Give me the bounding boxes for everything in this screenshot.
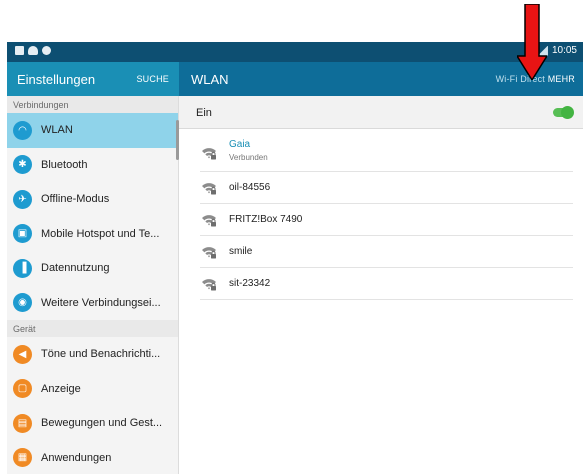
sidebar-item-label: Bluetooth	[41, 158, 88, 171]
sidebar-item-label: Offline-Modus	[41, 193, 110, 206]
status-time: 10:05	[551, 45, 577, 56]
motion-icon: ▤	[13, 413, 32, 433]
network-name: Gaia	[229, 139, 251, 150]
network-name: sit-23342	[229, 278, 271, 289]
wlan-toggle[interactable]	[553, 106, 574, 119]
network-item[interactable]: oil-84556	[200, 172, 573, 204]
search-button[interactable]: SUCHE	[136, 74, 169, 84]
sidebar-item-airplane[interactable]: ✈ Offline-Modus	[7, 182, 178, 217]
sidebar-item-label: Bewegungen und Gest...	[41, 417, 163, 430]
page-title: WLAN	[191, 72, 229, 87]
wifi-secured-icon	[201, 213, 217, 227]
apps-icon: ▦	[13, 448, 32, 468]
data-usage-icon: ▐	[13, 258, 32, 278]
settings-window: 10:05 Einstellungen SUCHE WLAN Wi-Fi Dir…	[7, 42, 583, 474]
hotspot-icon: ▣	[13, 224, 32, 244]
network-name: oil-84556	[229, 182, 271, 193]
more-connections-icon: ◉	[13, 293, 32, 313]
network-item[interactable]: smile	[200, 236, 573, 268]
sidebar-item-label: Mobile Hotspot und Te...	[41, 227, 160, 240]
wlan-panel: Ein Gaia Verbunden oil-84556 FRITZ!Box 7490…	[179, 96, 583, 474]
sidebar-item-label: Töne und Benachrichti...	[41, 348, 161, 361]
network-list: Gaia Verbunden oil-84556 FRITZ!Box 7490 smil…	[179, 134, 583, 300]
sidebar-item-label: Anzeige	[41, 382, 81, 395]
bluetooth-icon: ✱	[13, 155, 32, 175]
network-name: smile	[229, 246, 253, 257]
status-bar: 10:05	[7, 42, 583, 62]
connections-list: ◠ WLAN ✱ Bluetooth ✈ Offline-Modus ▣ Mobile Hot…	[7, 113, 178, 320]
sound-icon: ◀	[13, 344, 32, 364]
wlan-toggle-row[interactable]: Ein	[179, 96, 583, 129]
sidebar-item-data-usage[interactable]: ▐ Datennutzung	[7, 251, 178, 286]
device-list: ◀ Töne und Benachrichti... ▢ Anzeige ▤ Bewegu…	[7, 337, 178, 474]
notification-icons	[15, 46, 51, 55]
airplane-icon: ✈	[13, 189, 32, 209]
network-item[interactable]: sit-23342	[200, 268, 573, 300]
sidebar-item-hotspot[interactable]: ▣ Mobile Hotspot und Te...	[7, 217, 178, 252]
sidebar-item-apps[interactable]: ▦ Anwendungen	[7, 441, 178, 474]
more-button[interactable]: MEHR	[548, 74, 575, 84]
sidebar-item-sound[interactable]: ◀ Töne und Benachrichti...	[7, 337, 178, 372]
sidebar-item-more-connections[interactable]: ◉ Weitere Verbindungsei...	[7, 286, 178, 321]
sidebar-item-bluetooth[interactable]: ✱ Bluetooth	[7, 148, 178, 183]
sidebar-item-label: Datennutzung	[41, 262, 110, 275]
sidebar-item-label: WLAN	[41, 124, 73, 137]
settings-title: Einstellungen	[17, 72, 96, 87]
sidebar-item-display[interactable]: ▢ Anzeige	[7, 372, 178, 407]
sidebar-item-motion[interactable]: ▤ Bewegungen und Gest...	[7, 406, 178, 441]
settings-sidebar: Verbindungen ◠ WLAN ✱ Bluetooth ✈ Offline-Mod…	[7, 96, 179, 474]
gallery-notification-icon	[15, 46, 24, 55]
cloud-notification-icon	[28, 46, 38, 55]
wifi-secured-icon	[201, 146, 217, 160]
annotation-arrow	[517, 4, 547, 80]
network-item[interactable]: FRITZ!Box 7490	[200, 204, 573, 236]
settings-app-bar: Einstellungen SUCHE	[7, 62, 179, 96]
sidebar-item-label: Anwendungen	[41, 451, 112, 464]
sync-notification-icon	[42, 46, 51, 55]
toggle-label: Ein	[196, 107, 212, 119]
network-item[interactable]: Gaia Verbunden	[200, 134, 573, 172]
wifi-icon: ◠	[13, 120, 32, 140]
sidebar-item-label: Weitere Verbindungsei...	[41, 296, 161, 309]
network-status: Verbunden	[229, 153, 268, 162]
network-name: FRITZ!Box 7490	[229, 214, 303, 225]
section-header-connections: Verbindungen	[7, 96, 178, 113]
wifi-secured-icon	[201, 181, 217, 195]
toggle-knob	[561, 106, 574, 119]
display-icon: ▢	[13, 379, 32, 399]
wifi-secured-icon	[201, 245, 217, 259]
section-header-device: Gerät	[7, 320, 178, 337]
wifi-secured-icon	[201, 277, 217, 291]
sidebar-item-wifi[interactable]: ◠ WLAN	[7, 113, 178, 148]
